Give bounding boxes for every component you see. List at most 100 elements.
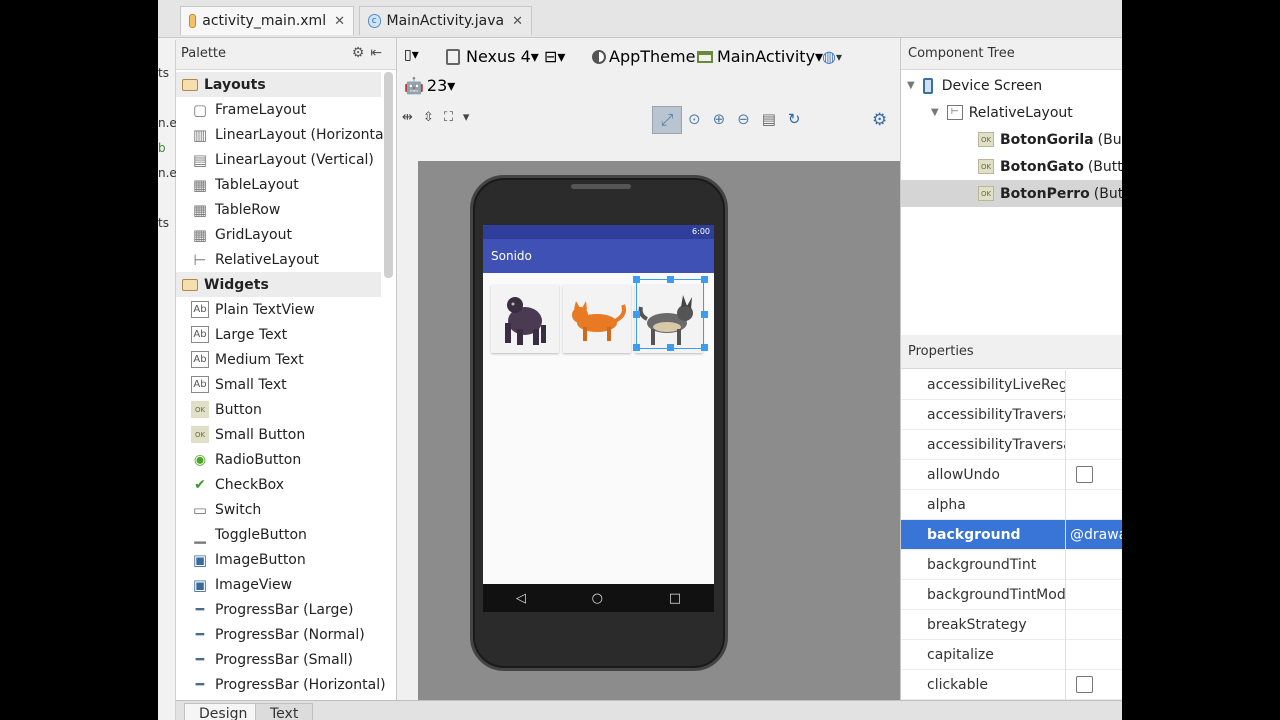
resize-handle[interactable] — [701, 344, 708, 351]
gear-icon[interactable]: ⚙ — [352, 45, 371, 61]
tree-button-name: BotonGato — [1000, 158, 1084, 175]
tree-button-botongorila[interactable]: OK BotonGorila(Butt — [901, 126, 1122, 153]
property-row[interactable]: accessibilityTraversalB — [901, 429, 1122, 460]
tree-device-screen[interactable]: ▼ Device Screen — [901, 72, 1122, 99]
tree-button-type: (Butto — [1087, 158, 1122, 175]
zoom-in-icon[interactable]: ⊕ — [713, 110, 738, 128]
palette-item[interactable]: ◉ RadioButton — [176, 447, 381, 472]
tab-activity-main[interactable]: activity_main.xml ✕ — [180, 6, 354, 35]
resize-handle[interactable] — [633, 344, 640, 351]
palette-item[interactable]: ▁ ToggleButton — [176, 522, 381, 547]
palette-item[interactable]: ━ ProgressBar (Horizontal) — [176, 672, 386, 697]
palette-item[interactable]: ━ ProgressBar (Large) — [176, 597, 381, 622]
activity-selector[interactable]: MainActivity ▾ — [697, 47, 823, 66]
boton-gato[interactable] — [563, 285, 631, 353]
tree-relative-layout[interactable]: ▼ ⊢ RelativeLayout — [901, 99, 1122, 126]
gridlayout-icon: ▦ — [192, 225, 208, 244]
resize-handle[interactable] — [701, 311, 708, 318]
palette-item[interactable]: ▭ Switch — [176, 497, 381, 522]
zoom-to-fit-icon[interactable]: ⊙ — [688, 110, 713, 128]
property-checkbox[interactable] — [1076, 676, 1093, 693]
property-row[interactable]: alpha — [901, 489, 1122, 520]
phone-screen[interactable]: 6:00 Sonido — [483, 225, 714, 611]
palette-item[interactable]: ▣ ImageButton — [176, 547, 381, 572]
collapse-arrow-icon[interactable]: ▼ — [907, 80, 915, 91]
property-row[interactable]: accessibilityTraversalA — [901, 399, 1122, 430]
palette-item[interactable]: ▥ LinearLayout (Horizontal) — [176, 122, 393, 147]
palette-item[interactable]: ▣ ImageView — [176, 572, 381, 597]
settings-gear-icon[interactable]: ⚙ — [872, 110, 887, 130]
palette-item[interactable]: ▤ LinearLayout (Vertical) — [176, 147, 381, 172]
property-row[interactable]: backgroundTintMode — [901, 579, 1122, 610]
palette-item[interactable]: ✔ CheckBox — [176, 472, 381, 497]
locale-globe-icon[interactable]: ◍ ▾ — [822, 47, 842, 66]
back-icon: ◁ — [515, 590, 526, 606]
palette-scrollbar[interactable] — [384, 72, 393, 278]
palette-item[interactable]: OK Button — [176, 397, 381, 422]
tab-text[interactable]: Text — [255, 703, 314, 720]
tree-button-botonperro[interactable]: OK BotonPerro(Butt — [901, 180, 1122, 207]
palette-item-label: Medium Text — [215, 351, 304, 368]
property-row[interactable]: backgroundTint — [901, 549, 1122, 580]
zoom-out-icon[interactable]: ⊖ — [737, 110, 762, 128]
property-name: clickable — [901, 669, 1066, 700]
palette-item[interactable]: ━ ProgressBar (Normal) — [176, 622, 381, 647]
orientation-icon[interactable]: ⊟▾ — [544, 47, 565, 66]
property-row[interactable]: clickable — [901, 669, 1122, 700]
palette-group-widgets[interactable]: Widgets — [176, 272, 381, 297]
resize-handle[interactable] — [633, 276, 640, 283]
property-name: backgroundTintMode — [901, 579, 1066, 610]
collapse-arrow-icon[interactable]: ▼ — [931, 107, 939, 118]
api-level-selector[interactable]: 🤖 23 ▾ — [404, 76, 455, 95]
resize-handle[interactable] — [667, 344, 674, 351]
expand-vertical-icon[interactable]: ⇳ — [423, 110, 444, 125]
fit-icon[interactable]: ⛶▾ — [444, 110, 480, 125]
expand-horizontal-icon[interactable]: ⇹ — [402, 110, 423, 125]
status-bar: 6:00 — [483, 225, 714, 239]
palette-item[interactable]: ▦ TableLayout — [176, 172, 381, 197]
property-row[interactable]: breakStrategy — [901, 609, 1122, 640]
boton-gorila[interactable] — [491, 285, 559, 353]
tab-main-activity[interactable]: c MainActivity.java ✕ — [359, 6, 532, 35]
property-row[interactable]: capitalize — [901, 639, 1122, 670]
device-selector[interactable]: Nexus 4 ▾ — [446, 47, 539, 66]
property-name: capitalize — [901, 639, 1066, 670]
property-row[interactable]: allowUndo — [901, 459, 1122, 490]
palette-item[interactable]: ⊢ RelativeLayout — [176, 247, 381, 272]
property-row[interactable]: background @drawa — [901, 519, 1122, 550]
theme-icon — [592, 49, 606, 64]
tab-design[interactable]: Design — [184, 703, 263, 720]
palette-item[interactable]: ━ ProgressBar (Small) — [176, 647, 381, 672]
tree-button-botongato[interactable]: OK BotonGato(Butto — [901, 153, 1122, 180]
resize-handle[interactable] — [633, 311, 640, 318]
device-layout-icon[interactable]: ▯▾ — [404, 47, 419, 63]
resize-handle[interactable] — [667, 276, 674, 283]
property-checkbox[interactable] — [1076, 466, 1093, 483]
imageview-icon: ▣ — [192, 575, 208, 594]
palette-item[interactable]: Ab Plain TextView — [176, 297, 381, 322]
palette-item[interactable]: Ab Medium Text — [176, 347, 381, 372]
selection-box[interactable] — [633, 276, 708, 351]
document-icon[interactable]: ▤ — [762, 110, 788, 128]
zoom-actions: ⊙ ⊕ ⊖ ▤ ↻ — [688, 110, 813, 128]
palette-item-label: Switch — [215, 501, 262, 518]
palette-item[interactable]: Ab Large Text — [176, 322, 381, 347]
property-row[interactable]: accessibilityLiveRegio — [901, 369, 1122, 400]
zoom-actual-icon[interactable]: ⤢ — [652, 106, 682, 134]
palette-group-layouts[interactable]: Layouts — [176, 72, 381, 97]
palette-item-label: ImageButton — [215, 551, 306, 568]
theme-selector[interactable]: AppTheme — [592, 47, 695, 66]
property-value[interactable]: @drawa — [1066, 527, 1122, 543]
phone-speaker — [571, 184, 631, 189]
palette-item[interactable]: ▢ FrameLayout — [176, 97, 381, 122]
resize-handle[interactable] — [701, 276, 708, 283]
refresh-icon[interactable]: ↻ — [788, 110, 813, 128]
close-icon[interactable]: ✕ — [512, 14, 523, 29]
palette-item[interactable]: ▦ GridLayout — [176, 222, 381, 247]
collapse-icon[interactable]: ⇤ — [370, 45, 388, 61]
palette-item[interactable]: Ab Small Text — [176, 372, 381, 397]
close-icon[interactable]: ✕ — [334, 14, 345, 29]
palette-item[interactable]: OK Small Button — [176, 422, 381, 447]
small-button-icon: OK — [191, 426, 209, 443]
palette-item[interactable]: ▦ TableRow — [176, 197, 381, 222]
